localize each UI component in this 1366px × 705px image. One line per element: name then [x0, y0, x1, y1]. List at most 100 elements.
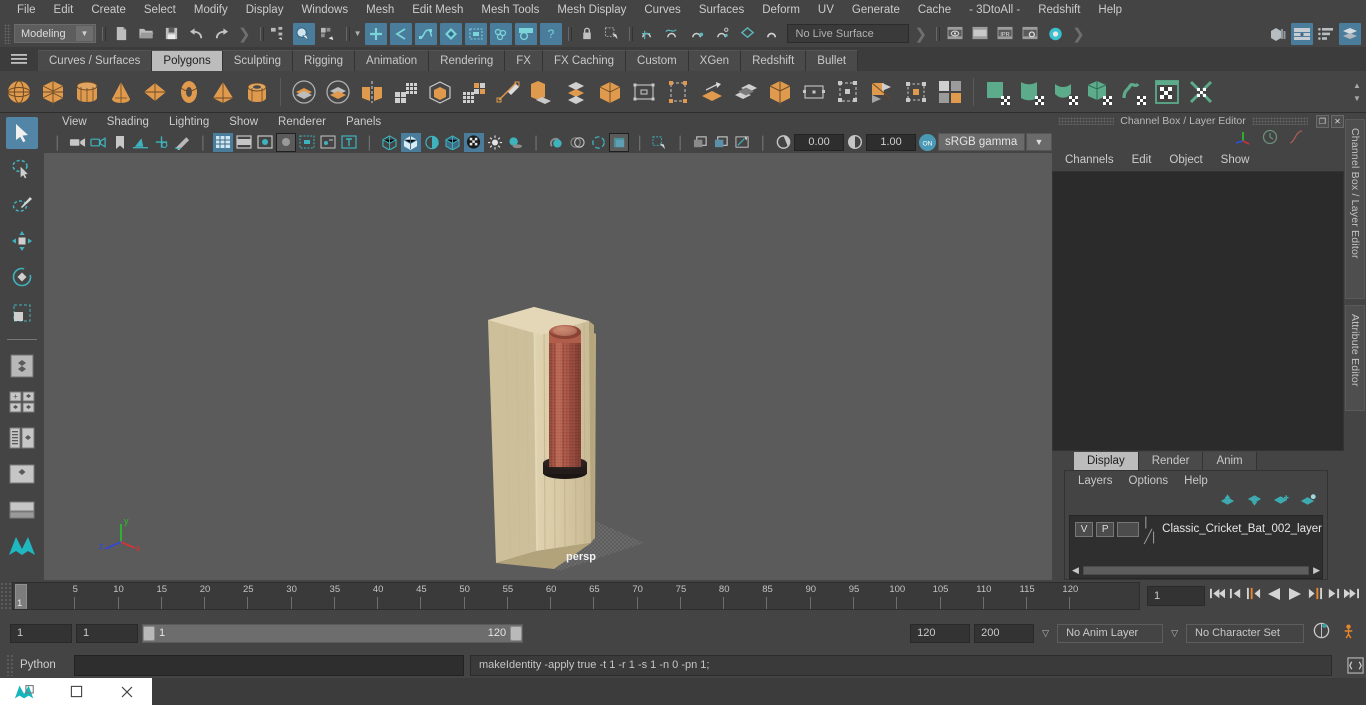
maximize-icon[interactable]: [51, 678, 102, 705]
flat-shade-icon[interactable]: [422, 133, 442, 152]
shelf-tab-curves-surfaces[interactable]: Curves / Surfaces: [38, 50, 153, 71]
save-scene-icon[interactable]: [160, 23, 182, 45]
close-icon[interactable]: [101, 678, 152, 705]
menu-surfaces[interactable]: Surfaces: [690, 2, 753, 18]
new-scene-icon[interactable]: [110, 23, 132, 45]
ipr-render-icon[interactable]: IPR: [994, 23, 1016, 45]
uv-layout-icon[interactable]: [899, 75, 933, 109]
move-tool[interactable]: [6, 225, 38, 257]
menu-3dtoall[interactable]: - 3DtoAll -: [960, 2, 1029, 18]
chevron-down-icon[interactable]: ▼: [1026, 133, 1052, 151]
live-surface-field[interactable]: No Live Surface: [786, 24, 909, 43]
uv-planar-map-icon[interactable]: [980, 75, 1014, 109]
panel-grip-right[interactable]: [1251, 117, 1308, 125]
menu-edit-mesh[interactable]: Edit Mesh: [403, 2, 472, 18]
menu-deform[interactable]: Deform: [753, 2, 809, 18]
command-line-grip[interactable]: [6, 654, 14, 676]
show-hide-modeling-toolkit-icon[interactable]: [1267, 23, 1289, 45]
mask-deformation-icon[interactable]: [464, 22, 487, 45]
toolbar-handle[interactable]: ❘: [671, 133, 690, 151]
viewport-menu-panels[interactable]: Panels: [336, 116, 391, 128]
menu-modify[interactable]: Modify: [185, 2, 237, 18]
step-back-key-icon[interactable]: [1246, 586, 1262, 606]
select-by-component-icon[interactable]: [318, 23, 340, 45]
channel-box-menu-edit[interactable]: Edit: [1125, 154, 1159, 166]
animation-preferences-icon[interactable]: [1339, 621, 1366, 645]
separate-icon[interactable]: [321, 75, 355, 109]
toolbar-handle[interactable]: ❘: [48, 133, 67, 151]
mask-rendering-icon[interactable]: [514, 22, 537, 45]
render-region-icon[interactable]: [969, 23, 991, 45]
uv-sets-icon[interactable]: [831, 75, 865, 109]
range-end-handle[interactable]: [510, 625, 523, 641]
shadows-icon[interactable]: [506, 133, 526, 152]
chevron-down-icon-2[interactable]: ▽: [1167, 628, 1182, 639]
menu-generate[interactable]: Generate: [843, 2, 909, 18]
lights-icon[interactable]: [485, 133, 505, 152]
menu-mesh-display[interactable]: Mesh Display: [548, 2, 635, 18]
smooth-icon[interactable]: [389, 75, 423, 109]
toolbar-handle[interactable]: ❘: [527, 133, 546, 151]
collapse-arrow-icon[interactable]: ❯: [1069, 25, 1088, 43]
shelf-tab-polygons[interactable]: Polygons: [152, 50, 223, 71]
playback-end-time-field[interactable]: 120: [910, 623, 971, 643]
uv-automatic-map-icon[interactable]: [1082, 75, 1116, 109]
exposure-field[interactable]: 0.00: [794, 133, 845, 151]
xray-icon[interactable]: [650, 133, 670, 152]
shelf-tab-rendering[interactable]: Rendering: [429, 50, 506, 71]
toolbar-handle[interactable]: ❘: [360, 133, 379, 151]
collapse-arrow-icon[interactable]: ❯: [912, 25, 931, 43]
rotate-tool[interactable]: [6, 261, 38, 293]
shelf-tab-animation[interactable]: Animation: [355, 50, 430, 71]
show-hide-channel-box-icon[interactable]: [1339, 22, 1361, 45]
layer-playback-toggle[interactable]: P: [1096, 521, 1115, 537]
four-view-layout[interactable]: +: [6, 386, 38, 418]
layer-menu-layers[interactable]: Layers: [1071, 475, 1120, 487]
poly-plane-icon[interactable]: [138, 75, 172, 109]
toolbar-handle[interactable]: ❘: [630, 133, 649, 151]
current-time-indicator[interactable]: 1: [15, 584, 27, 609]
gamma-field[interactable]: 1.00: [866, 133, 917, 151]
scroll-thumb[interactable]: [1082, 566, 1310, 575]
shelf-tab-bullet[interactable]: Bullet: [806, 50, 859, 71]
safe-action-icon[interactable]: [318, 133, 338, 152]
step-back-frame-icon[interactable]: [1229, 586, 1243, 606]
film-gate-icon[interactable]: [234, 133, 254, 152]
anim-layer-selector[interactable]: No Anim Layer: [1057, 623, 1164, 643]
safe-title-icon[interactable]: [339, 133, 359, 152]
auto-keyframe-icon[interactable]: [1308, 621, 1335, 645]
single-perspective-view-layout[interactable]: [6, 350, 38, 382]
select-tool[interactable]: [6, 117, 38, 149]
camera-attributes-icon[interactable]: [89, 133, 109, 152]
poly-cube-icon[interactable]: [36, 75, 70, 109]
mask-joint-icon[interactable]: [389, 22, 412, 45]
perspective-viewport[interactable]: persp y x z: [44, 153, 1052, 580]
time-slider-track[interactable]: 1 5 10 15 20 25 30 35 40 45 50 55 60 65 70 75 80 85 90 95 1…: [12, 582, 1140, 610]
channel-box-menu-channels[interactable]: Channels: [1058, 154, 1121, 166]
layer-menu-options[interactable]: Options: [1122, 475, 1176, 487]
channel-box-menu-show[interactable]: Show: [1214, 154, 1257, 166]
lock-selection-icon[interactable]: [576, 23, 598, 45]
resolution-gate-icon[interactable]: [255, 133, 275, 152]
shaded-wireframe-icon[interactable]: [443, 133, 463, 152]
step-forward-key-icon[interactable]: [1307, 586, 1323, 606]
status-line-grip[interactable]: [4, 23, 11, 44]
play-forwards-icon[interactable]: [1286, 586, 1304, 607]
render-settings-icon[interactable]: [1019, 23, 1041, 45]
menu-file[interactable]: File: [8, 2, 45, 18]
mask-dynamics-icon[interactable]: [489, 22, 512, 45]
mask-surface-icon[interactable]: [439, 22, 462, 45]
select-tool-pointer-icon[interactable]: [601, 23, 623, 45]
xray-active-components-icon[interactable]: [711, 133, 731, 152]
show-hide-tool-settings-icon[interactable]: [1315, 23, 1337, 45]
mask-handle-icon[interactable]: [364, 22, 387, 45]
hypershade-icon[interactable]: [1044, 23, 1066, 45]
menu-windows[interactable]: Windows: [292, 2, 357, 18]
textured-icon[interactable]: [463, 132, 484, 152]
menu-mesh[interactable]: Mesh: [357, 2, 403, 18]
menu-set-selector[interactable]: Modeling ▼: [14, 24, 96, 43]
step-forward-frame-icon[interactable]: [1326, 586, 1340, 606]
grease-pencil-icon[interactable]: [173, 133, 193, 152]
command-input-field[interactable]: [74, 654, 464, 676]
go-to-start-icon[interactable]: [1209, 586, 1226, 606]
